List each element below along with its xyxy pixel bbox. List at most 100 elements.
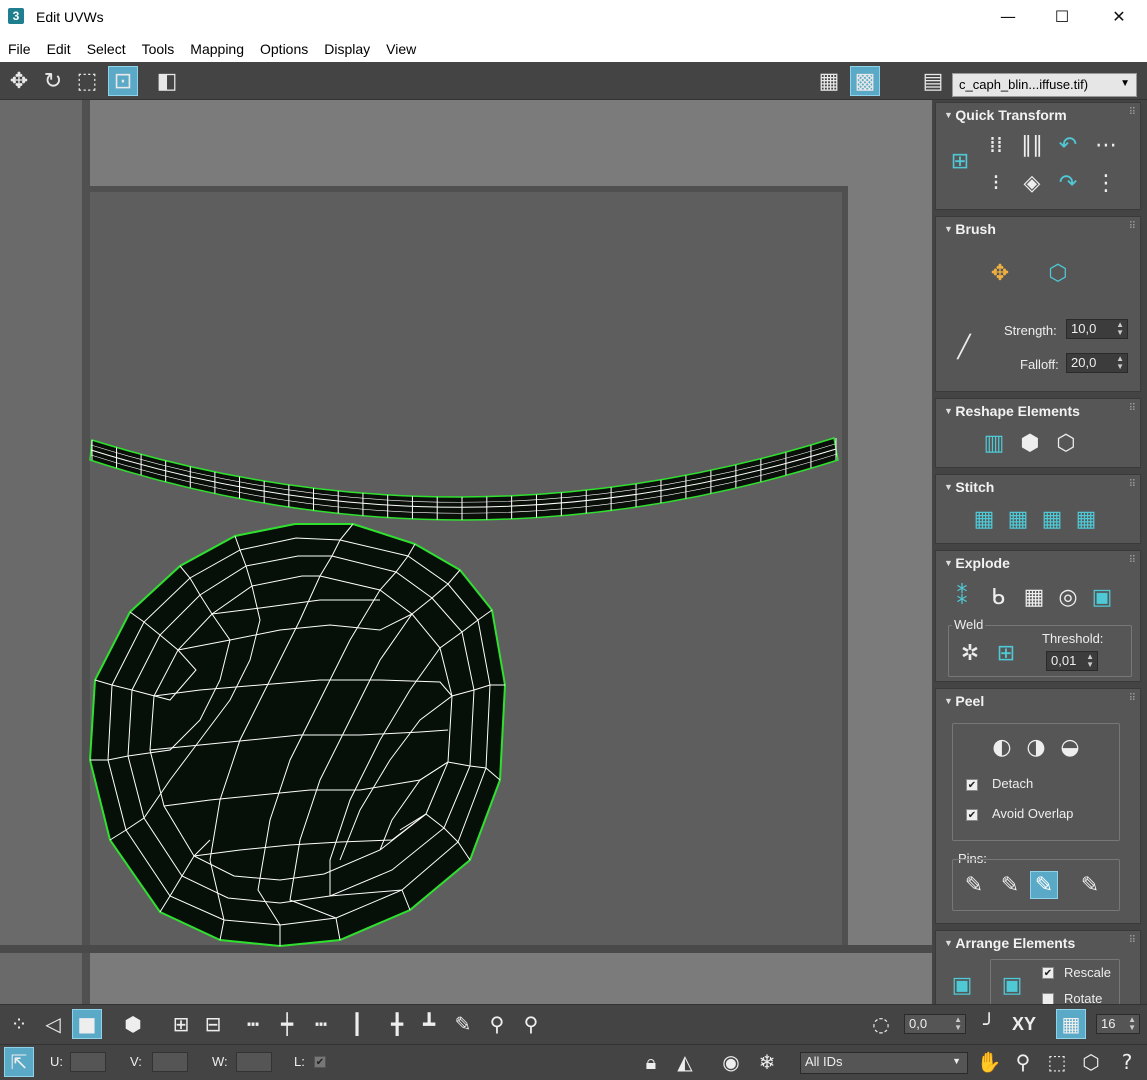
show-icon[interactable]: ◉	[716, 1047, 746, 1077]
angle-spinner[interactable]: 0,0 ▲ ▼	[904, 1014, 966, 1034]
zoom-icon[interactable]: ⚲	[1008, 1047, 1038, 1077]
shrink-brush-icon[interactable]: ⚲	[516, 1009, 546, 1039]
close-button[interactable]: ✕	[1096, 0, 1142, 34]
loop-icon[interactable]: ┅	[238, 1009, 268, 1039]
edit-pins-icon[interactable]: ✎	[1030, 871, 1058, 899]
spinner-arrows-icon[interactable]: ▲ ▼	[1116, 321, 1124, 337]
pack-together-icon[interactable]: ▣	[998, 971, 1026, 999]
spinner-arrows-icon[interactable]: ▲ ▼	[1128, 1016, 1136, 1032]
mirror-icon[interactable]: ◧	[152, 66, 182, 96]
menu-options[interactable]: Options	[260, 41, 308, 57]
checker-icon[interactable]: ▦	[814, 66, 844, 96]
stitch-to-source-icon[interactable]: ▦	[1004, 505, 1032, 533]
vertex-mode-icon[interactable]: ⁘	[4, 1009, 34, 1039]
explode-title[interactable]: Explode	[944, 555, 1009, 571]
menu-display[interactable]: Display	[324, 41, 370, 57]
stitch-custom-icon[interactable]: ▦	[970, 505, 998, 533]
paint-move-icon[interactable]: ✥	[986, 259, 1014, 287]
u-field[interactable]	[70, 1052, 106, 1072]
material-id-dropdown[interactable]: All IDs ▼	[800, 1052, 968, 1074]
grow-selection-icon[interactable]: ⊞	[166, 1009, 196, 1039]
menu-mapping[interactable]: Mapping	[190, 41, 244, 57]
brush-title[interactable]: Brush	[944, 221, 995, 237]
weld-selected-icon[interactable]: ✲	[956, 639, 984, 667]
flatten-by-material-icon[interactable]: ▣	[1088, 583, 1116, 611]
spinner-arrows-icon[interactable]: ▲ ▼	[1086, 653, 1094, 669]
relax-icon[interactable]: ⬡	[1052, 429, 1080, 457]
ring-icon[interactable]: ┃	[342, 1009, 372, 1039]
shrink-selection-icon[interactable]: ⊟	[198, 1009, 228, 1039]
space-vertical-icon[interactable]: ⋮	[1092, 169, 1120, 197]
uv-viewport[interactable]	[0, 100, 932, 1004]
pan-icon[interactable]: ✋	[974, 1047, 1004, 1077]
texture-dropdown[interactable]: c_caph_blin...iffuse.tif) ▼	[952, 73, 1137, 97]
freeze-icon[interactable]: ❄	[752, 1047, 782, 1077]
straighten-icon[interactable]: ▥	[980, 429, 1008, 457]
minimize-button[interactable]: —	[985, 0, 1031, 34]
pin-selected-icon[interactable]: ✎	[960, 871, 988, 899]
show-map-icon[interactable]: ▩	[850, 66, 880, 96]
brush-falloff-icon[interactable]: ╱	[950, 333, 978, 361]
weld-target-icon[interactable]: ⊞	[992, 639, 1020, 667]
map-settings-icon[interactable]: ▤	[918, 66, 948, 96]
reshape-elements-title[interactable]: Reshape Elements	[944, 403, 1080, 419]
paint-select-icon[interactable]: ✎	[448, 1009, 478, 1039]
w-field[interactable]	[236, 1052, 272, 1072]
menu-file[interactable]: File	[8, 41, 31, 57]
move-icon[interactable]: ✥	[4, 66, 34, 96]
align-grid-icon[interactable]: ◈	[1018, 169, 1046, 197]
hide-icon[interactable]: ◭	[670, 1047, 700, 1077]
ring-shrink-icon[interactable]: ┻	[414, 1009, 444, 1039]
soft-select-icon[interactable]: ◌	[866, 1009, 896, 1039]
quick-transform-title[interactable]: Quick Transform	[944, 107, 1066, 123]
help-icon[interactable]: ?	[1112, 1047, 1142, 1077]
menu-tools[interactable]: Tools	[142, 41, 175, 57]
ring-grow-icon[interactable]: ╋	[382, 1009, 412, 1039]
uv-canvas[interactable]	[0, 100, 932, 1004]
lock-icon[interactable]: 🔒︎	[636, 1047, 666, 1077]
maximize-button[interactable]: ☐	[1039, 0, 1085, 34]
menu-select[interactable]: Select	[87, 41, 126, 57]
element-mode-icon[interactable]: ⬢	[118, 1009, 148, 1039]
freeform-icon[interactable]: ⊡	[108, 66, 138, 96]
enlarge-brush-icon[interactable]: ⚲	[482, 1009, 512, 1039]
arrange-elements-title[interactable]: Arrange Elements	[944, 935, 1075, 951]
peel-mode-icon[interactable]: ◑	[1022, 733, 1050, 761]
v-field[interactable]	[152, 1052, 188, 1072]
peel-title[interactable]: Peel	[944, 693, 984, 709]
absolute-offset-icon[interactable]: ⇱	[4, 1047, 34, 1077]
menu-edit[interactable]: Edit	[47, 41, 71, 57]
stitch-title[interactable]: Stitch	[944, 479, 994, 495]
break-icon[interactable]: ⁑	[948, 583, 976, 611]
detach-checkbox[interactable]: ✔	[966, 779, 978, 791]
space-horizontal-icon[interactable]: ⋯	[1092, 131, 1120, 159]
relax-until-flat-icon[interactable]: ⬢	[1016, 429, 1044, 457]
zoom-region-icon[interactable]: ⬚	[1042, 1047, 1072, 1077]
spinner-arrows-icon[interactable]: ▲ ▼	[954, 1016, 962, 1032]
stitch-to-target-icon[interactable]: ▦	[1072, 505, 1100, 533]
edge-mode-icon[interactable]: ◁	[38, 1009, 68, 1039]
quick-peel-icon[interactable]: ◐	[988, 733, 1016, 761]
grid-count-spinner[interactable]: 16 ▲ ▼	[1096, 1014, 1140, 1034]
unpin-selected-icon[interactable]: ✎	[996, 871, 1024, 899]
falloff-spinner[interactable]: 20,0 ▲ ▼	[1066, 353, 1128, 373]
rotate-cw-icon[interactable]: ↷	[1054, 169, 1082, 197]
polygon-mode-icon[interactable]: ■	[72, 1009, 102, 1039]
align-vertical-icon[interactable]: ∥∥	[1018, 131, 1046, 159]
scale-icon[interactable]: ⬚	[72, 66, 102, 96]
threshold-spinner[interactable]: 0,01 ▲ ▼	[1046, 651, 1098, 671]
pack-custom-icon[interactable]: ▣	[948, 971, 976, 999]
zoom-extents-icon[interactable]: ⬡	[1076, 1047, 1106, 1077]
spinner-arrows-icon[interactable]: ▲ ▼	[1116, 355, 1124, 371]
align-horizontal-icon[interactable]: ⁞⁞	[982, 131, 1010, 159]
detach-edge-icon[interactable]: ᑲ	[984, 583, 1012, 611]
rotate-checkbox[interactable]	[1042, 993, 1054, 1004]
relax-brush-icon[interactable]: ⬡	[1044, 259, 1072, 287]
set-pivot-icon[interactable]: ⊞	[946, 147, 974, 175]
lock-checkbox[interactable]: ✔	[314, 1056, 326, 1068]
avoid-overlap-checkbox[interactable]: ✔	[966, 809, 978, 821]
rotate-icon[interactable]: ↻	[38, 66, 68, 96]
rescale-checkbox[interactable]: ✔	[1042, 967, 1054, 979]
reset-peel-icon[interactable]: ◒	[1056, 733, 1084, 761]
stitch-average-icon[interactable]: ▦	[1038, 505, 1066, 533]
